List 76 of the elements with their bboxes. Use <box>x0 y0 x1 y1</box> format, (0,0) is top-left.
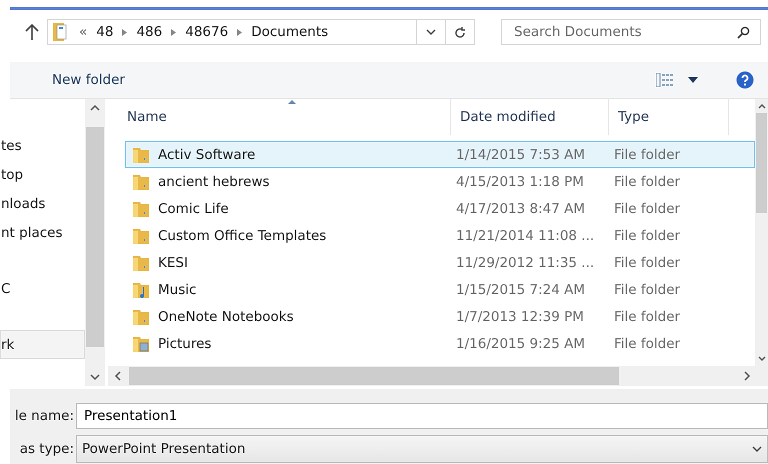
type-cell-text: File folder <box>614 174 682 190</box>
date-cell-text: 1/16/2015 9:25 AM <box>456 336 586 352</box>
folder-icon <box>132 280 150 298</box>
help-icon[interactable] <box>736 71 754 89</box>
date-cell-text: 4/15/2013 1:18 PM <box>456 174 585 190</box>
type-cell-text: File folder <box>614 336 682 352</box>
date-cell-text: 11/21/2014 11:08 ... <box>456 228 596 244</box>
folder-icon <box>132 226 150 244</box>
breadcrumb-item[interactable]: 48 <box>96 24 114 40</box>
address-bar[interactable]: « 48 486 48676 Documents <box>47 19 475 45</box>
type-cell-text: File folder <box>614 228 682 244</box>
date-cell-text: 4/17/2013 8:47 AM <box>456 200 586 216</box>
file-name: OneNote Notebooks <box>158 308 294 324</box>
horizontal-scrollbar[interactable] <box>108 366 768 386</box>
file-row[interactable]: ancient hebrews 4/15/2013 1:18 PM File folder <box>125 168 755 195</box>
folder-icon <box>132 308 150 326</box>
file-row[interactable]: Pictures 1/16/2015 9:25 AM File folder <box>125 330 755 357</box>
new-folder-button[interactable]: New folder <box>52 72 125 88</box>
nav-item[interactable]: tes <box>0 131 85 160</box>
view-options-icon[interactable] <box>656 73 674 87</box>
list-scrollbar[interactable] <box>755 99 768 366</box>
dropdown-chevron-icon[interactable] <box>426 28 436 36</box>
nav-item[interactable]: nloads <box>0 189 85 218</box>
dropdown-chevron-icon[interactable] <box>752 446 762 452</box>
nav-item[interactable]: top <box>0 160 85 189</box>
search-icon[interactable] <box>737 26 750 38</box>
sort-arrow-icon <box>288 100 296 104</box>
file-name: ancient hebrews <box>158 174 270 190</box>
search-box[interactable]: Search Documents <box>501 19 761 45</box>
field-label: le name: <box>14 408 75 424</box>
date-cell-text: 1/14/2015 7:53 AM <box>456 146 586 162</box>
nav-scrollbar[interactable] <box>85 99 105 386</box>
breadcrumb-arrow-icon[interactable] <box>171 28 176 36</box>
folder-icon <box>132 254 150 272</box>
file-row[interactable]: Activ Software 1/14/2015 7:53 AM File folder <box>125 141 755 168</box>
file-name: Pictures <box>158 336 212 352</box>
breadcrumb-item[interactable]: 48676 <box>185 24 228 40</box>
breadcrumb-item[interactable]: Documents <box>251 24 328 40</box>
type-cell-text: File folder <box>614 282 682 298</box>
field-label: as type: <box>18 441 75 457</box>
date-cell-text: 1/15/2015 7:24 AM <box>456 282 586 298</box>
file-row[interactable]: OneNote Notebooks 1/7/2013 12:39 PM File folder <box>125 303 755 330</box>
column-header[interactable]: Name <box>118 99 451 135</box>
date-cell-text: 11/29/2012 11:35 ... <box>456 254 596 270</box>
save-type-dropdown[interactable]: PowerPoint Presentation <box>76 435 768 463</box>
up-arrow-icon[interactable] <box>25 24 39 40</box>
file-name: Custom Office Templates <box>158 228 326 244</box>
type-cell-text: File folder <box>614 146 682 162</box>
file-name: KESI <box>158 254 188 270</box>
file-name-field[interactable]: Presentation1 <box>76 403 768 429</box>
file-name: Music <box>158 282 196 298</box>
folder-icon <box>132 200 150 218</box>
dropdown-caret-icon[interactable] <box>688 77 698 83</box>
nav-item[interactable]: C <box>0 274 85 303</box>
file-row[interactable]: Custom Office Templates 11/21/2014 11:08 ... File folder <box>125 222 755 249</box>
overflow-chevron[interactable]: « <box>79 24 88 40</box>
breadcrumb-item[interactable]: 486 <box>136 24 162 40</box>
file-row[interactable]: KESI 11/29/2012 11:35 ... File folder <box>125 249 755 276</box>
file-name: Activ Software <box>158 146 256 162</box>
refresh-icon[interactable] <box>454 26 466 38</box>
breadcrumb-arrow-icon[interactable] <box>122 28 128 36</box>
type-cell-text: File folder <box>614 254 682 270</box>
file-row[interactable]: Comic Life 4/17/2013 8:47 AM File folder <box>125 195 755 222</box>
folder-icon <box>132 334 150 352</box>
column-header[interactable]: Date modified <box>451 99 609 135</box>
column-header[interactable]: Type <box>609 99 729 135</box>
type-cell-text: File folder <box>614 308 682 324</box>
nav-item[interactable]: rk <box>0 330 85 359</box>
folder-icon <box>132 146 150 164</box>
date-cell-text: 1/7/2013 12:39 PM <box>456 308 585 324</box>
type-cell-text: File folder <box>614 200 682 216</box>
file-row[interactable]: Music 1/15/2015 7:24 AM File folder <box>125 276 755 303</box>
folder-icon <box>132 172 150 190</box>
nav-item[interactable]: nt places <box>0 218 85 247</box>
breadcrumb-arrow-icon[interactable] <box>237 28 242 36</box>
file-name: Comic Life <box>158 200 229 216</box>
